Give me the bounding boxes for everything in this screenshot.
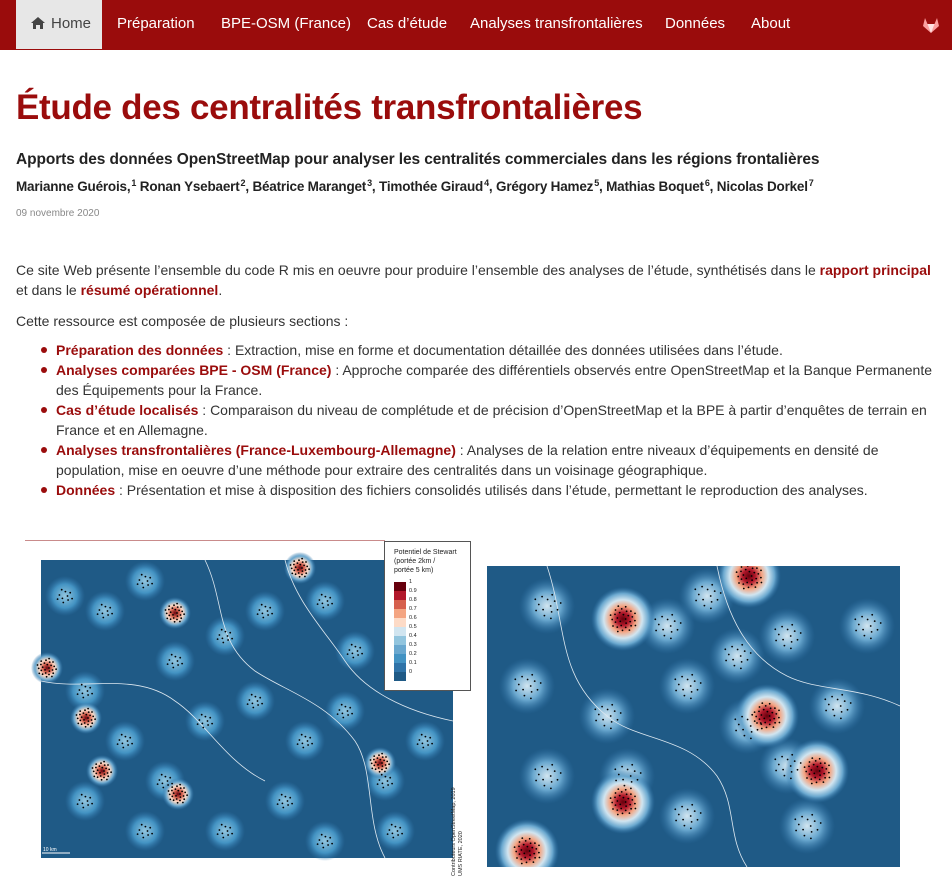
legend-label: 0.5 [409,624,417,630]
link-rapport-principal[interactable]: rapport principal [820,262,931,278]
author: Mathias Boquet6, [606,178,714,194]
intro-paragraph: Ce site Web présente l’ensemble du code … [16,262,931,298]
link-donnees[interactable]: Données [56,482,115,498]
author: Béatrice Maranget3, [252,178,376,194]
legend-swatch [394,636,406,645]
gitlab-icon[interactable] [921,15,941,35]
legend-label: 0.2 [409,651,417,657]
navbar: Home Préparation BPE-OSM (France) Cas d’… [0,0,952,50]
legend-swatch [394,627,406,636]
publication-date: 09 novembre 2020 [16,208,100,219]
author: Timothée Giraud4, [379,178,493,194]
legend-label: 0.6 [409,615,417,621]
legend-label: 0 [409,669,413,675]
sections-intro: Cette ressource est composée de plusieur… [16,313,349,329]
link-analyses-comparees[interactable]: Analyses comparées BPE - OSM (France) [56,362,331,378]
legend-label: 0.3 [409,642,417,648]
link-cas-etude[interactable]: Cas d’étude localisés [56,402,198,418]
author: Ronan Ysebaert2, [139,178,249,194]
legend-swatch [394,609,406,618]
list-item: Analyses comparées BPE - OSM (France) : … [16,360,936,400]
legend-title: Potentiel de Stewart (portée 2km / porté… [394,549,457,574]
nav-home[interactable]: Home [16,0,102,49]
legend-swatch [394,591,406,600]
legend-label: 0.9 [409,588,417,594]
map-legend: Potentiel de Stewart (portée 2km / porté… [384,541,471,691]
sections-list: Préparation des données : Extraction, mi… [16,340,936,500]
legend-swatch [394,672,406,681]
nav-cas-etude[interactable]: Cas d’étude [367,0,447,49]
author: Nicolas Dorkel7 [716,178,814,194]
author: Grégory Hamez5, [496,178,603,194]
map-credit: Contributeurs OpenStreetMap, 2019 UMS RI… [451,787,464,876]
legend-label: 0.7 [409,606,417,612]
page-title: Étude des centralités transfrontalières [16,88,643,127]
legend-swatch [394,582,406,591]
page-subtitle: Apports des données OpenStreetMap pour a… [16,151,820,168]
legend-label: 0.4 [409,633,417,639]
legend-swatch [394,600,406,609]
home-icon [31,17,45,29]
legend-swatch [394,645,406,654]
link-resume-operationnel[interactable]: résumé opérationnel [81,282,219,298]
legend-swatch [394,618,406,627]
list-item: Données : Présentation et mise à disposi… [16,480,936,500]
legend-swatch [394,654,406,663]
legend-label: 0.8 [409,597,417,603]
scale-bar: 10 km [42,847,70,854]
authors-line: Marianne Guérois,1 Ronan Ysebaert2, Béat… [16,178,814,194]
nav-donnees[interactable]: Données [665,0,725,49]
svg-text:10 km: 10 km [43,847,57,853]
author: Marianne Guérois,1 [16,178,137,194]
link-preparation[interactable]: Préparation des données [56,342,223,358]
list-item: Préparation des données : Extraction, mi… [16,340,936,360]
nav-bpe-osm[interactable]: BPE-OSM (France) [221,0,351,49]
nav-about[interactable]: About [751,0,790,49]
legend-label: 0.1 [409,660,417,666]
nav-home-label: Home [51,15,92,32]
link-analyses-transfrontalieres[interactable]: Analyses transfrontalières (France-Luxem… [56,442,456,458]
legend-swatch [394,663,406,672]
nav-analyses-transfrontalieres[interactable]: Analyses transfrontalières [470,0,643,49]
potential-map-right [487,566,900,867]
list-item: Analyses transfrontalières (France-Luxem… [16,440,936,480]
list-item: Cas d’étude localisés : Comparaison du n… [16,400,936,440]
nav-preparation[interactable]: Préparation [117,0,195,49]
legend-label: 1 [409,579,413,585]
